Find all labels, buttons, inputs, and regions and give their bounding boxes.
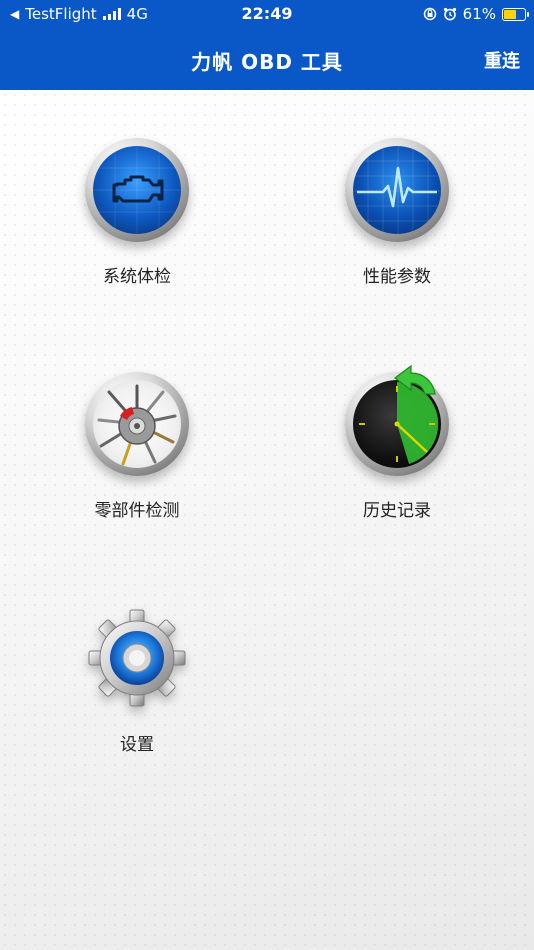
menu-item-parts-check[interactable]: 零部件检测 [37,372,237,521]
pulse-icon[interactable] [345,138,449,242]
status-bar: ◀ TestFlight 4G 22:49 61% [0,0,534,28]
history-clock-icon[interactable] [345,364,449,476]
menu-label-parts-check: 零部件检测 [94,501,180,521]
menu-label-settings: 设置 [120,735,154,755]
refresh-arrow-icon [394,364,436,395]
status-right: 61% [423,5,529,23]
menu-label-history: 历史记录 [363,501,431,521]
reconnect-button[interactable]: 重连 [484,47,520,73]
battery-fill [504,9,516,19]
menu-item-history[interactable]: 历史记录 [297,364,497,521]
battery-icon [502,7,529,21]
menu-label-system-check: 系统体检 [103,267,171,287]
rotation-lock-icon [423,7,436,21]
parts-icon[interactable] [85,372,189,476]
battery-percent: 61% [462,5,496,23]
menu-item-performance[interactable]: 性能参数 [297,138,497,287]
nav-bar: 力帆 OBD 工具 重连 [0,38,534,78]
page-title: 力帆 OBD 工具 [191,50,343,74]
gear-icon[interactable] [85,606,189,710]
header-bar: ◀ TestFlight 4G 22:49 61% 力帆 OBD 工具 重连 [0,0,534,90]
alarm-icon [443,7,456,21]
menu-grid: 系统体检 性能参数 零部件检测 历史记录 设置 [0,90,534,950]
menu-item-system-check[interactable]: 系统体检 [37,138,237,287]
menu-label-performance: 性能参数 [363,267,431,287]
engine-icon[interactable] [85,138,189,242]
menu-item-settings[interactable]: 设置 [37,606,237,755]
